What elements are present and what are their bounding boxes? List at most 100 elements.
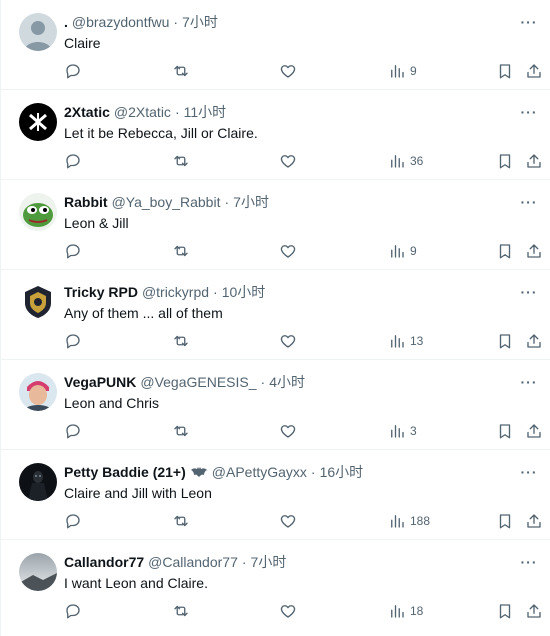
repost-button[interactable] [172, 511, 190, 531]
avatar[interactable] [19, 13, 57, 51]
timestamp[interactable]: 4小时 [269, 372, 305, 392]
more-options-icon[interactable]: ··· [518, 461, 540, 483]
like-button[interactable] [279, 61, 297, 81]
replies-feed: . @brazydontfwu · 7小时 ··· Claire 9 2Xtat… [0, 0, 550, 636]
timestamp[interactable]: 11小时 [184, 102, 227, 122]
avatar[interactable] [19, 283, 57, 321]
bookmark-button[interactable] [496, 61, 514, 81]
reply-item[interactable]: Rabbit @Ya_boy_Rabbit · 7小时 ··· Leon & J… [1, 180, 550, 270]
display-name[interactable]: 2Xtatic [64, 102, 110, 122]
display-name[interactable]: Tricky RPD [64, 282, 138, 302]
reply-icon [66, 334, 80, 349]
more-options-icon[interactable]: ··· [518, 371, 540, 393]
reply-item[interactable]: 2Xtatic @2Xtatic · 11小时 ··· Let it be Re… [1, 90, 550, 180]
share-icon [527, 424, 541, 438]
user-handle[interactable]: @brazydontfwu [72, 12, 169, 32]
avatar[interactable] [19, 193, 57, 231]
more-options-icon[interactable]: ··· [518, 191, 540, 213]
reply-button[interactable] [64, 151, 82, 171]
reply-icon [66, 64, 80, 79]
bookmark-button[interactable] [496, 331, 514, 351]
more-options-icon[interactable]: ··· [518, 11, 540, 33]
heart-icon [280, 425, 296, 438]
share-icon [527, 514, 541, 528]
reply-item[interactable]: . @brazydontfwu · 7小时 ··· Claire 9 [1, 0, 550, 90]
display-name[interactable]: Callandor77 [64, 552, 144, 572]
views-button[interactable]: 36 [388, 151, 423, 171]
views-button[interactable]: 18 [388, 601, 423, 621]
like-button[interactable] [279, 511, 297, 531]
like-button[interactable] [279, 601, 297, 621]
share-icon [527, 244, 541, 258]
reply-item[interactable]: VegaPUNK @VegaGENESIS_ · 4小时 ··· Leon an… [1, 360, 550, 450]
repost-button[interactable] [172, 61, 190, 81]
bookmark-button[interactable] [496, 421, 514, 441]
action-bar: 13 [64, 331, 541, 351]
separator-dot: · [174, 104, 180, 120]
bat-icon [190, 466, 208, 478]
action-bar: 9 [64, 241, 541, 261]
timestamp[interactable]: 16小时 [320, 462, 364, 482]
avatar[interactable] [19, 553, 57, 591]
views-button[interactable]: 9 [388, 241, 417, 261]
bookmark-button[interactable] [496, 511, 514, 531]
user-handle[interactable]: @trickyrpd [142, 282, 209, 302]
share-button[interactable] [525, 511, 543, 531]
reply-button[interactable] [64, 61, 82, 81]
like-button[interactable] [279, 241, 297, 261]
reply-button[interactable] [64, 241, 82, 261]
reply-button[interactable] [64, 511, 82, 531]
user-handle[interactable]: @Callandor77 [148, 552, 238, 572]
user-handle[interactable]: @2Xtatic [114, 102, 171, 122]
reply-item[interactable]: Tricky RPD @trickyrpd · 10小时 ··· Any of … [1, 270, 550, 360]
share-button[interactable] [525, 601, 543, 621]
like-button[interactable] [279, 421, 297, 441]
reply-button[interactable] [64, 601, 82, 621]
display-name[interactable]: VegaPUNK [64, 372, 136, 392]
share-button[interactable] [525, 421, 543, 441]
reply-button[interactable] [64, 421, 82, 441]
views-button[interactable]: 188 [388, 511, 430, 531]
bookmark-button[interactable] [496, 151, 514, 171]
avatar[interactable] [19, 463, 57, 501]
reply-item[interactable]: Callandor77 @Callandor77 · 7小时 ··· I wan… [1, 540, 550, 630]
like-button[interactable] [279, 331, 297, 351]
display-name[interactable]: Petty Baddie (21+) [64, 462, 186, 482]
share-button[interactable] [525, 61, 543, 81]
reply-button[interactable] [64, 331, 82, 351]
repost-button[interactable] [172, 421, 190, 441]
more-options-icon[interactable]: ··· [518, 281, 540, 303]
repost-icon [174, 335, 188, 347]
repost-icon [174, 65, 188, 77]
repost-button[interactable] [172, 331, 190, 351]
user-handle[interactable]: @APettyGayxx [212, 462, 307, 482]
user-handle[interactable]: @Ya_boy_Rabbit [112, 192, 221, 212]
more-options-icon[interactable]: ··· [518, 101, 540, 123]
views-button[interactable]: 3 [388, 421, 417, 441]
share-button[interactable] [525, 241, 543, 261]
views-button[interactable]: 9 [388, 61, 417, 81]
reply-item[interactable]: Petty Baddie (21+) @APettyGayxx · 16小时 ·… [1, 450, 550, 540]
like-button[interactable] [279, 151, 297, 171]
display-name[interactable]: Rabbit [64, 192, 108, 212]
repost-button[interactable] [172, 151, 190, 171]
repost-button[interactable] [172, 241, 190, 261]
reply-header: 2Xtatic @2Xtatic · 11小时 [64, 102, 510, 122]
share-button[interactable] [525, 151, 543, 171]
more-options-icon[interactable]: ··· [518, 551, 540, 573]
user-handle[interactable]: @VegaGENESIS_ [140, 372, 256, 392]
timestamp[interactable]: 7小时 [251, 552, 287, 572]
bookmark-button[interactable] [496, 241, 514, 261]
display-name[interactable]: . [64, 12, 68, 32]
share-button[interactable] [525, 331, 543, 351]
repost-button[interactable] [172, 601, 190, 621]
views-button[interactable]: 13 [388, 331, 423, 351]
avatar[interactable] [19, 373, 57, 411]
reply-text: Leon & Jill [64, 215, 129, 231]
timestamp[interactable]: 7小时 [233, 192, 269, 212]
separator-dot: · [213, 284, 218, 300]
avatar[interactable] [19, 103, 57, 141]
timestamp[interactable]: 10小时 [222, 282, 266, 302]
bookmark-button[interactable] [496, 601, 514, 621]
timestamp[interactable]: 7小时 [182, 12, 218, 32]
